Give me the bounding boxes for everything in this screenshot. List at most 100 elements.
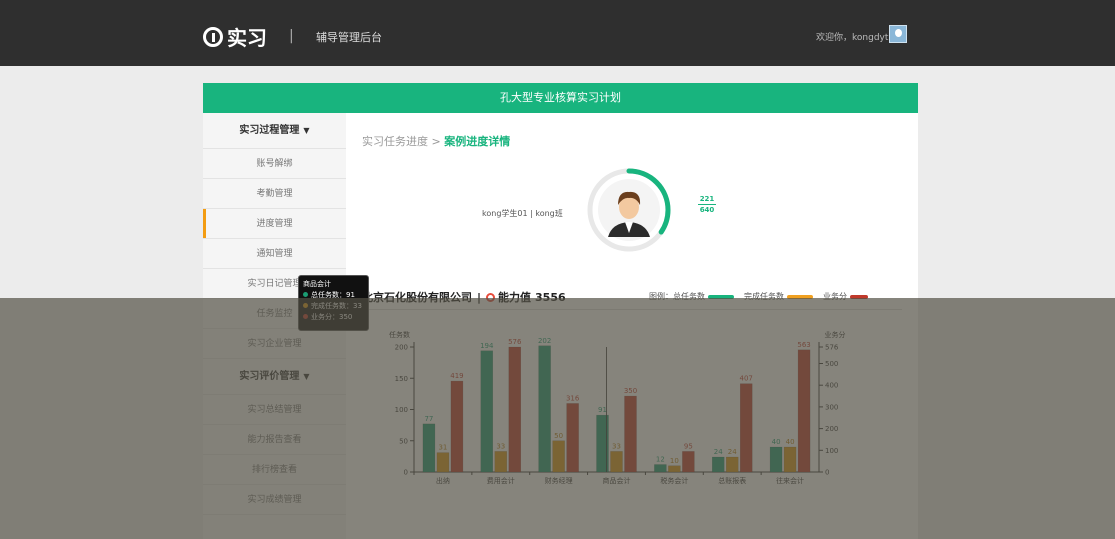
- breadcrumb-current: 案例进度详情: [444, 135, 511, 148]
- bar-total: [480, 350, 494, 473]
- x-tick-label: 总账报表: [718, 476, 746, 485]
- sidebar-item-label: 实习日记管理: [247, 279, 302, 289]
- sidebar-item-label: 通知管理: [256, 249, 293, 259]
- tooltip-done-row: 完成任务数：33: [303, 301, 364, 312]
- progress-ring: [587, 168, 671, 252]
- y2-tick-label: 100: [825, 447, 838, 455]
- progress-numerator: 221: [698, 195, 716, 205]
- bar-done: [725, 456, 739, 473]
- x-tick-label: 税务会计: [660, 476, 688, 485]
- bar-done: [552, 440, 565, 473]
- bar-value-label: 40: [786, 438, 795, 446]
- bar-value-label: 563: [797, 341, 810, 349]
- bar-value-label: 202: [538, 337, 551, 345]
- bar-value-label: 419: [450, 372, 463, 380]
- sidebar-item-label: 进度管理: [256, 219, 293, 229]
- legend-done-swatch[interactable]: [787, 294, 813, 299]
- bar-value-label: 33: [496, 442, 505, 450]
- y2-tick-label: 200: [825, 425, 838, 433]
- student-avatar-icon: [598, 179, 660, 241]
- task-progress-chart: 任务数 业务分 0 50 100 150 200 0 100 200 300 400 500 576 出纳 7…: [389, 330, 846, 485]
- bar-score: [508, 346, 522, 473]
- tooltip-score: 业务分：350: [311, 313, 353, 321]
- user-avatar[interactable]: [889, 25, 907, 43]
- sidebar-item-label: 能力报告查看: [247, 435, 302, 445]
- y-axis-label: 任务数: [389, 330, 410, 339]
- bar-done: [610, 451, 623, 473]
- chart-legend: 图例： 总任务数 完成任务数 业务分: [649, 291, 878, 302]
- bar-total: [422, 423, 436, 473]
- y2-tick-label: 300: [825, 403, 838, 411]
- legend-total-swatch[interactable]: [708, 294, 734, 299]
- sidebar-item-label: 考勤管理: [256, 189, 293, 199]
- y2-tick-label: 0: [825, 469, 829, 477]
- tooltip-done: 完成任务数：33: [311, 302, 362, 310]
- sidebar-item-11[interactable]: 排行榜查看: [203, 455, 346, 485]
- plan-title-banner: 孔大型专业核算实习计划: [203, 83, 918, 113]
- progress-denominator: 640: [699, 206, 715, 214]
- x-tick-label: 财务经理: [545, 476, 573, 485]
- legend-score-label[interactable]: 业务分: [823, 291, 847, 302]
- sidebar-item-label: 账号解绑: [256, 159, 293, 169]
- bar-total: [769, 446, 783, 473]
- bar-score: [739, 383, 753, 473]
- breadcrumb-parent[interactable]: 实习任务进度: [362, 135, 428, 148]
- legend-done-label[interactable]: 完成任务数: [744, 291, 784, 302]
- sidebar-item-2[interactable]: 考勤管理: [203, 179, 346, 209]
- system-title: 辅导管理后台: [316, 31, 382, 44]
- bar-total: [538, 345, 551, 473]
- y2-axis-label: 业务分: [825, 330, 846, 339]
- chart-tooltip: 商品会计 总任务数：91 完成任务数：33 业务分：350: [298, 275, 369, 331]
- bar-value-label: 33: [612, 442, 621, 450]
- student-name: kong学生01 | kong班: [482, 209, 563, 218]
- sidebar-item-label: 实习总结管理: [247, 405, 302, 415]
- sidebar-item-1[interactable]: 账号解绑: [203, 149, 346, 179]
- ability-value: 3556: [535, 290, 566, 304]
- legend-total-label[interactable]: 总任务数: [673, 291, 705, 302]
- bar-value-label: 10: [670, 457, 679, 465]
- bar-value-label: 91: [598, 406, 607, 414]
- sidebar-item-4[interactable]: 通知管理: [203, 239, 346, 269]
- bar-value-label: 95: [684, 442, 693, 450]
- tooltip-total-dot: [303, 292, 308, 297]
- sidebar-item-9[interactable]: 实习总结管理: [203, 395, 346, 425]
- logo-text: 实习: [227, 26, 267, 50]
- bar-done: [494, 451, 508, 473]
- legend-score-swatch[interactable]: [850, 294, 868, 299]
- top-bar: 实习 | 辅导管理后台 欢迎你，kongdyt: [0, 0, 1115, 66]
- sidebar-item-label: 实习企业管理: [247, 339, 302, 349]
- bar-value-label: 24: [728, 448, 737, 456]
- ability-icon: [486, 292, 496, 302]
- logo-icon: [203, 26, 223, 47]
- bar-value-label: 31: [438, 444, 447, 452]
- bar-score: [566, 403, 579, 473]
- company-info: 北京石化股份有限公司 | 能力值 3556: [362, 289, 566, 305]
- bar-score: [450, 380, 464, 473]
- divider: [362, 309, 902, 310]
- tooltip-title: 商品会计: [303, 280, 331, 288]
- bar-value-label: 576: [508, 338, 522, 346]
- legend-prefix: 图例：: [649, 292, 673, 301]
- tooltip-total-row: 总任务数：91: [303, 290, 364, 301]
- y-tick-label: 200: [395, 344, 408, 352]
- sidebar-item-0[interactable]: 实习过程管理 ▼: [203, 113, 346, 149]
- bar-value-label: 40: [772, 438, 781, 446]
- sidebar-item-7[interactable]: 实习企业管理: [203, 329, 346, 359]
- bar-total: [711, 456, 725, 473]
- bar-score: [797, 349, 811, 473]
- tooltip-score-row: 业务分：350: [303, 312, 364, 323]
- sidebar-item-12[interactable]: 实习成绩管理: [203, 485, 346, 515]
- welcome-text[interactable]: 欢迎你，kongdyt: [816, 30, 888, 43]
- bar-value-label: 316: [566, 394, 580, 402]
- x-tick-label: 商品会计: [603, 476, 631, 485]
- header-separator: |: [289, 28, 294, 44]
- logo[interactable]: 实习: [203, 22, 267, 51]
- bar-value-label: 350: [624, 387, 637, 395]
- tooltip-done-dot: [303, 303, 308, 308]
- sidebar-item-10[interactable]: 能力报告查看: [203, 425, 346, 455]
- y2-tick-label: 400: [825, 382, 838, 390]
- bar-value-label: 12: [656, 456, 665, 464]
- sidebar-item-8[interactable]: 实习评价管理 ▼: [203, 359, 346, 395]
- sidebar-item-3[interactable]: 进度管理: [203, 209, 346, 239]
- bar-score: [682, 451, 695, 473]
